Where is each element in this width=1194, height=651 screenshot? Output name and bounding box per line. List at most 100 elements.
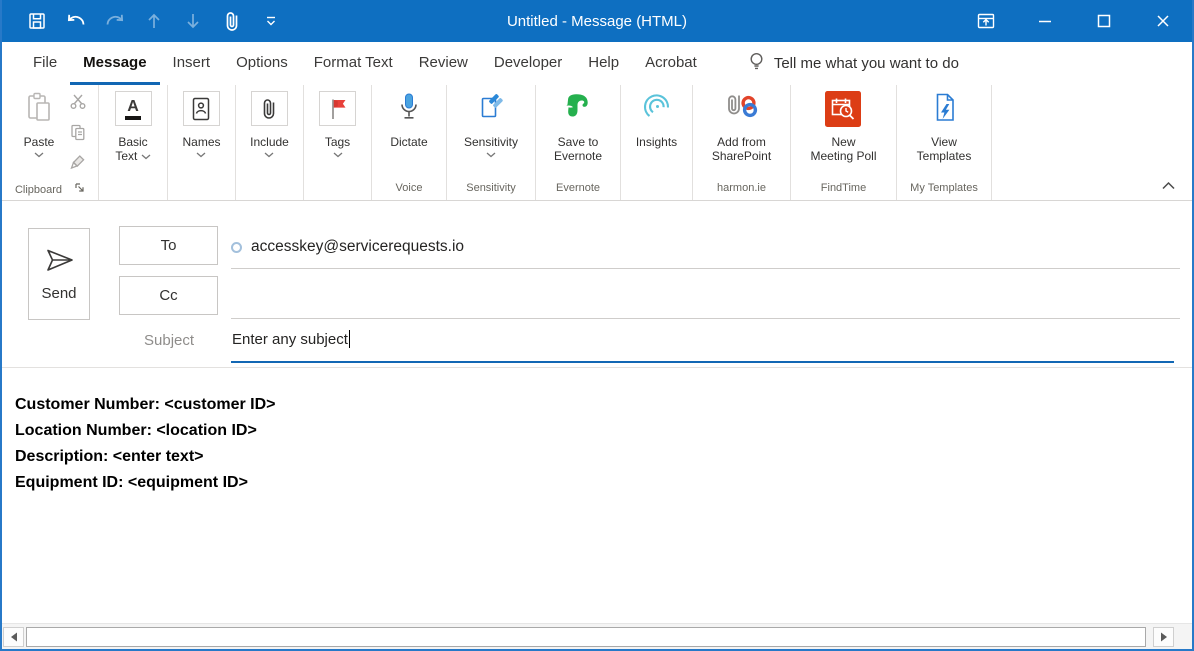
chevron-down-icon [196,152,206,158]
chevron-down-icon [333,152,343,158]
dictate-button[interactable]: Dictate [388,89,429,149]
redo-icon[interactable] [104,10,126,32]
move-down-icon[interactable] [182,10,204,32]
message-body-editor[interactable]: Customer Number: <customer ID> Location … [2,368,1192,623]
presence-circle-icon [231,242,242,253]
send-label: Send [41,285,76,302]
paste-button[interactable]: Paste [13,89,65,158]
lightbulb-icon [748,52,765,76]
group-clipboard: Paste [2,85,99,200]
tab-file[interactable]: File [20,42,70,85]
close-button[interactable] [1133,0,1192,42]
tab-acrobat[interactable]: Acrobat [632,42,710,85]
body-line: Description: <enter text> [15,444,1178,470]
tab-format-text[interactable]: Format Text [301,42,406,85]
group-names: Names [168,85,236,200]
collapse-ribbon-icon[interactable] [1161,177,1176,195]
group-include: Include [236,85,304,200]
sensitivity-icon [475,89,507,135]
tab-insert[interactable]: Insert [160,42,224,85]
to-button[interactable]: To [119,226,218,265]
subject-focus-underline [231,361,1174,363]
scrollbar-thumb[interactable] [26,627,1146,647]
outlook-message-window: Untitled - Message (HTML) File Message [0,0,1194,651]
save-icon[interactable] [26,10,48,32]
add-from-sharepoint-button[interactable]: Add from SharePoint [710,89,773,163]
ribbon-tab-bar: File Message Insert Options Format Text … [2,42,1192,85]
titlebar: Untitled - Message (HTML) [2,0,1192,42]
send-button[interactable]: Send [28,228,90,320]
microphone-icon [394,89,424,135]
tab-options[interactable]: Options [223,42,301,85]
tags-button[interactable]: Tags [317,89,358,158]
save-to-evernote-button[interactable]: Save to Evernote [552,89,604,163]
undo-icon[interactable] [65,10,87,32]
insights-button[interactable]: Insights [634,89,679,149]
group-sensitivity: Sensitivity Sensitivity [447,85,536,200]
cc-button[interactable]: Cc [119,276,218,315]
group-findtime: New Meeting Poll FindTime [791,85,897,200]
group-basic-text: A Basic Text [99,85,168,200]
ribbon-display-options-icon[interactable] [956,0,1015,42]
window-controls [956,0,1192,42]
group-tags: Tags [304,85,372,200]
scroll-left-arrow[interactable] [3,627,24,647]
view-templates-button[interactable]: View Templates [915,89,974,163]
group-label-evernote: Evernote [536,180,620,200]
paste-icon [24,89,54,135]
body-line: Equipment ID: <equipment ID> [15,470,1178,496]
cut-icon[interactable] [69,93,87,116]
format-painter-icon[interactable] [69,153,87,176]
flag-icon [319,91,356,126]
maximize-button[interactable] [1074,0,1133,42]
chevron-down-icon [264,152,274,158]
group-evernote: Save to Evernote Evernote [536,85,621,200]
minimize-button[interactable] [1015,0,1074,42]
subject-field[interactable]: Enter any subject [232,330,350,348]
message-header: Send To Cc accesskey@servicerequests.io … [2,201,1192,368]
group-label-voice: Voice [372,180,446,200]
attach-file-icon[interactable] [221,10,243,32]
group-label-findtime: FindTime [791,180,896,200]
group-voice: Dictate Voice [372,85,447,200]
dialog-launcher-icon[interactable] [74,182,85,198]
move-up-icon[interactable] [143,10,165,32]
tab-review[interactable]: Review [406,42,481,85]
scroll-right-arrow[interactable] [1153,627,1174,647]
tab-message[interactable]: Message [70,42,159,85]
copy-icon[interactable] [69,123,87,146]
include-button[interactable]: Include [248,89,291,158]
tell-me-box[interactable]: Tell me what you want to do [748,42,959,85]
new-meeting-poll-button[interactable]: New Meeting Poll [808,89,878,163]
names-button[interactable]: Names [180,89,222,158]
customize-qat-icon[interactable] [260,10,282,32]
chevron-down-icon [34,152,44,158]
horizontal-scrollbar [2,623,1192,649]
body-line: Customer Number: <customer ID> [15,392,1178,418]
tab-help[interactable]: Help [575,42,632,85]
to-field[interactable]: accesskey@servicerequests.io [231,226,1180,269]
group-my-templates: View Templates My Templates [897,85,992,200]
insights-icon [640,89,672,135]
text-cursor [349,330,350,348]
chevron-down-icon [141,154,151,160]
send-plane-icon [43,247,75,273]
tell-me-label: Tell me what you want to do [774,55,959,72]
group-insights: Insights [621,85,693,200]
subject-label: Subject [144,332,194,349]
chevron-down-icon [486,152,496,158]
group-label-sensitivity: Sensitivity [447,180,535,200]
basic-text-icon: A [115,91,152,126]
group-label-harmonie: harmon.ie [693,180,790,200]
cc-field[interactable] [231,276,1180,319]
sensitivity-button[interactable]: Sensitivity [462,89,520,158]
basic-text-button[interactable]: A Basic Text [113,89,154,163]
body-line: Location Number: <location ID> [15,418,1178,444]
group-label-clipboard: Clipboard [15,182,62,198]
address-book-icon [183,91,220,126]
meeting-poll-icon [825,89,861,135]
template-document-icon [929,89,959,135]
to-recipient: accesskey@servicerequests.io [251,238,464,256]
tab-developer[interactable]: Developer [481,42,575,85]
sharepoint-attach-icon [724,89,760,135]
